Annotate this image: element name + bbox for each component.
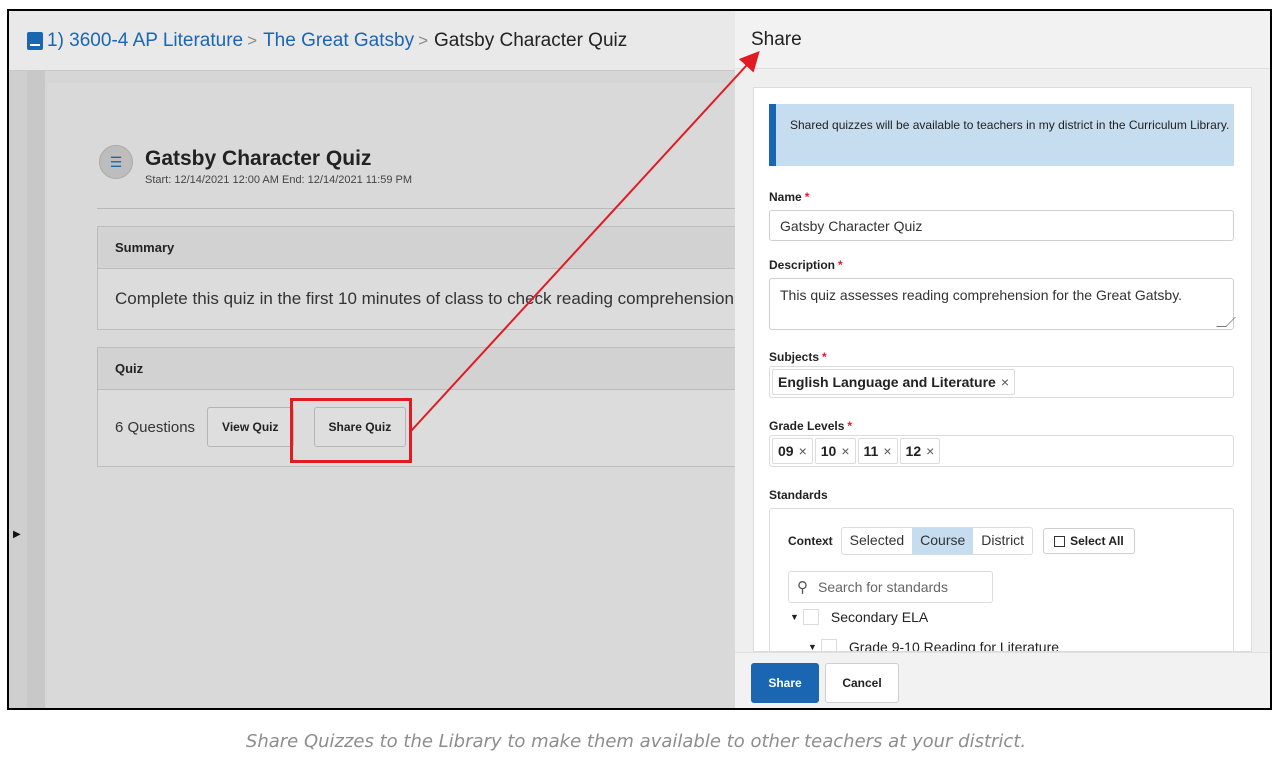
remove-icon[interactable]: × — [841, 443, 849, 459]
breadcrumb-current: Gatsby Character Quiz — [434, 29, 628, 51]
breadcrumb-course-link[interactable]: 1) 3600-4 AP Literature — [47, 30, 243, 52]
grade-chip: 11 × — [857, 438, 898, 464]
breadcrumb: 1) 3600-4 AP Literature > The Great Gats… — [9, 11, 739, 71]
checkbox-icon — [1054, 535, 1066, 547]
share-form: Shared quizzes will be available to teac… — [753, 87, 1252, 652]
tree-item[interactable]: ▼ Secondary ELA — [790, 609, 928, 625]
tree-item[interactable]: ▼ Grade 9-10 Reading for Literature — [808, 639, 1059, 651]
context-selected-option[interactable]: Selected — [842, 528, 912, 554]
quiz-panel: Quiz 6 Questions View Quiz Share Quiz — [97, 347, 757, 467]
description-text: This quiz assesses reading comprehension… — [780, 287, 1183, 303]
quiz-panel-heading: Quiz — [98, 348, 756, 390]
breadcrumb-unit-link[interactable]: The Great Gatsby — [263, 30, 414, 52]
info-banner: Shared quizzes will be available to teac… — [769, 104, 1234, 166]
select-all-button[interactable]: Select All — [1043, 528, 1135, 554]
summary-heading: Summary — [98, 227, 756, 269]
summary-panel: Summary Complete this quiz in the first … — [97, 226, 757, 330]
left-column — [27, 71, 45, 708]
quiz-dates: Start: 12/14/2021 12:00 AM End: 12/14/20… — [145, 174, 413, 186]
view-quiz-button[interactable]: View Quiz — [207, 407, 294, 447]
caption: Share Quizzes to the Library to make the… — [245, 731, 1027, 752]
grade-chip: 10 × — [814, 438, 856, 464]
share-footer: Share Cancel — [735, 652, 1270, 708]
standards-label: Standards — [769, 488, 828, 502]
grade-chip: 12 × — [899, 438, 941, 464]
grade-levels-field[interactable]: 09 × 10 × 11 × 12 × — [769, 435, 1234, 467]
cancel-button[interactable]: Cancel — [825, 663, 899, 703]
description-label: Description * — [769, 258, 843, 272]
context-segmented-control: Selected Course District — [840, 527, 1034, 555]
grade-chip: 09 × — [772, 438, 813, 464]
remove-icon[interactable]: × — [926, 443, 934, 459]
quiz-title: Gatsby Character Quiz — [145, 147, 372, 170]
summary-text: Complete this quiz in the first 10 minut… — [115, 289, 739, 308]
subjects-label: Subjects * — [769, 350, 827, 364]
name-field[interactable]: Gatsby Character Quiz — [769, 210, 1234, 241]
book-icon — [27, 31, 43, 50]
resize-grip-icon[interactable] — [1216, 317, 1236, 327]
remove-icon[interactable]: × — [1001, 374, 1009, 390]
subjects-field[interactable]: English Language and Literature × — [769, 366, 1234, 398]
caret-down-icon[interactable]: ▼ — [808, 642, 817, 651]
share-quiz-highlight — [290, 398, 412, 463]
screenshot-frame: 1) 3600-4 AP Literature > The Great Gats… — [7, 9, 1272, 710]
breadcrumb-separator: > — [247, 30, 258, 50]
share-panel-body: Shared quizzes will be available to teac… — [735, 69, 1270, 652]
quiz-card: ☰ Gatsby Character Quiz Start: 12/14/202… — [47, 83, 757, 708]
remove-icon[interactable]: × — [799, 443, 807, 459]
tree-checkbox[interactable] — [802, 609, 819, 625]
quiz-header: ☰ Gatsby Character Quiz Start: 12/14/202… — [99, 143, 412, 186]
question-count: 6 Questions — [115, 418, 196, 436]
context-label: Context — [788, 534, 833, 548]
remove-icon[interactable]: × — [883, 443, 891, 459]
grade-levels-label: Grade Levels * — [769, 419, 853, 433]
share-button[interactable]: Share — [751, 663, 819, 703]
context-course-option[interactable]: Course — [912, 528, 974, 554]
standards-picker: Context Selected Course District Select … — [769, 508, 1234, 651]
context-row: Context Selected Course District Select … — [788, 527, 1135, 555]
breadcrumb-separator: > — [418, 30, 429, 50]
left-gutter: ▶ — [9, 71, 27, 708]
description-field[interactable]: This quiz assesses reading comprehension… — [769, 278, 1236, 330]
standards-search-input[interactable]: ⚲ Search for standards — [788, 571, 993, 603]
search-icon: ⚲ — [797, 579, 808, 596]
subject-chip: English Language and Literature × — [772, 369, 1015, 395]
context-district-option[interactable]: District — [973, 528, 1032, 554]
caret-down-icon[interactable]: ▼ — [790, 612, 799, 622]
share-panel-title: Share — [735, 11, 1270, 69]
expand-arrow-icon[interactable]: ▶ — [13, 529, 21, 540]
share-panel: Share Shared quizzes will be available t… — [735, 11, 1270, 708]
tree-checkbox[interactable] — [820, 639, 837, 651]
list-icon: ☰ — [99, 145, 133, 179]
name-label: Name * — [769, 190, 810, 204]
divider — [97, 208, 757, 209]
